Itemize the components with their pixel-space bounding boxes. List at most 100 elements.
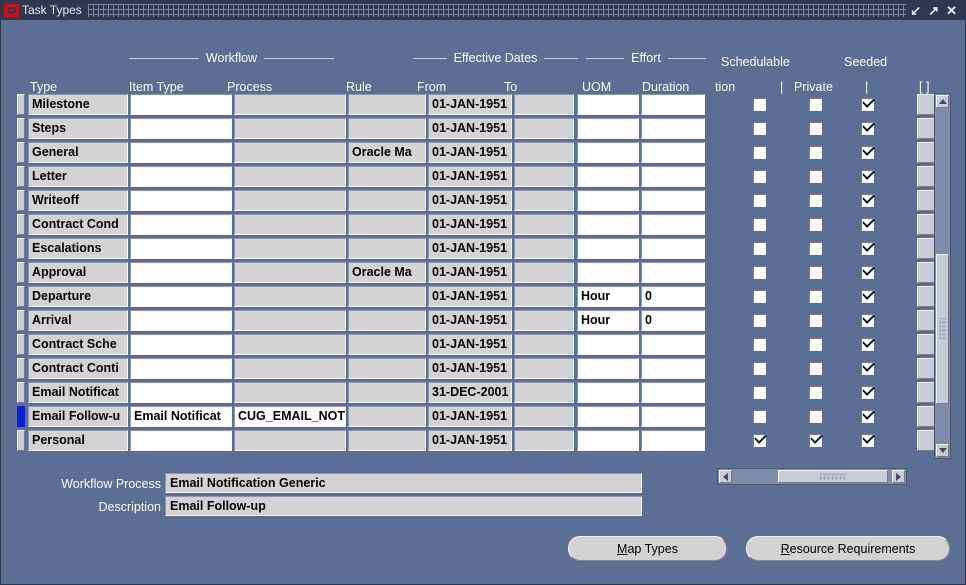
checkbox-seeded[interactable] [861,290,874,303]
cell-process[interactable] [234,190,346,211]
cell-rule[interactable] [348,94,426,115]
cell-process[interactable] [234,142,346,163]
cell-from[interactable]: 31-DEC-2001 [428,382,512,403]
cell-rule[interactable] [348,310,426,331]
cell-uom[interactable] [577,94,639,115]
vertical-scrollbar-thumb[interactable] [936,254,949,404]
cell-from[interactable]: 01-JAN-1951 [428,286,512,307]
cell-to[interactable] [514,190,574,211]
cell-duration[interactable] [641,94,705,115]
cell-rule[interactable] [348,406,426,427]
checkbox-seeded[interactable] [861,386,874,399]
checkbox-seeded[interactable] [861,218,874,231]
cell-duration[interactable] [641,334,705,355]
cell-type[interactable]: Contract Conti [28,358,128,379]
cell-duration[interactable] [641,358,705,379]
record-indicator[interactable] [17,118,25,139]
record-indicator[interactable] [17,310,25,331]
cell-process[interactable] [234,238,346,259]
cell-to[interactable] [514,382,574,403]
checkbox-schedulable[interactable] [753,98,766,111]
cell-rule[interactable] [348,358,426,379]
table-row[interactable]: Milestone 01-JAN-1951 [17,93,951,117]
checkbox-schedulable[interactable] [753,122,766,135]
checkbox-schedulable[interactable] [753,410,766,423]
cell-item-type[interactable] [130,190,232,211]
cell-from[interactable]: 01-JAN-1951 [428,166,512,187]
cell-to[interactable] [514,310,574,331]
cell-duration[interactable] [641,406,705,427]
cell-rule[interactable] [348,382,426,403]
scroll-right-button[interactable] [892,470,905,483]
cell-process[interactable] [234,214,346,235]
cell-to[interactable] [514,94,574,115]
cell-rule[interactable] [348,166,426,187]
checkbox-seeded[interactable] [861,434,874,447]
checkbox-private[interactable] [809,170,822,183]
cell-duration[interactable] [641,238,705,259]
table-row[interactable]: General Oracle Ma 01-JAN-1951 [17,141,951,165]
horizontal-scrollbar-thumb[interactable] [778,470,888,483]
cell-from[interactable]: 01-JAN-1951 [428,358,512,379]
cell-process[interactable] [234,94,346,115]
maximize-button[interactable]: ↗ [928,4,939,17]
description-field[interactable]: Email Follow-up [165,496,642,516]
cell-from[interactable]: 01-JAN-1951 [428,406,512,427]
table-row[interactable]: Contract Sche 01-JAN-1951 [17,333,951,357]
cell-process[interactable] [234,430,346,451]
cell-uom[interactable] [577,382,639,403]
cell-item-type[interactable] [130,142,232,163]
table-row[interactable]: Letter 01-JAN-1951 [17,165,951,189]
cell-type[interactable]: Steps [28,118,128,139]
cell-duration[interactable] [641,118,705,139]
cell-rule[interactable] [348,334,426,355]
cell-rule[interactable] [348,118,426,139]
cell-to[interactable] [514,214,574,235]
cell-process[interactable] [234,334,346,355]
record-indicator[interactable] [17,430,25,451]
table-row[interactable]: Writeoff 01-JAN-1951 [17,189,951,213]
cell-uom[interactable] [577,358,639,379]
checkbox-schedulable[interactable] [753,338,766,351]
cell-process[interactable] [234,166,346,187]
cell-duration[interactable] [641,430,705,451]
cell-type[interactable]: Personal [28,430,128,451]
cell-process[interactable] [234,118,346,139]
checkbox-schedulable[interactable] [753,146,766,159]
checkbox-schedulable[interactable] [753,194,766,207]
resource-requirements-button[interactable]: Resource Requirements [746,536,950,561]
checkbox-schedulable[interactable] [753,218,766,231]
cell-to[interactable] [514,262,574,283]
cell-from[interactable]: 01-JAN-1951 [428,334,512,355]
record-indicator[interactable] [17,334,25,355]
cell-duration[interactable] [641,262,705,283]
cell-process[interactable] [234,262,346,283]
cell-type[interactable]: Email Notificat [28,382,128,403]
cell-process[interactable]: CUG_EMAIL_NOTI [234,406,346,427]
cell-type[interactable]: Email Follow-u [28,406,128,427]
checkbox-private[interactable] [809,218,822,231]
table-row[interactable]: Contract Conti 01-JAN-1951 [17,357,951,381]
cell-item-type[interactable] [130,262,232,283]
cell-uom[interactable] [577,142,639,163]
cell-from[interactable]: 01-JAN-1951 [428,238,512,259]
checkbox-schedulable[interactable] [753,314,766,327]
record-indicator[interactable] [17,166,25,187]
checkbox-private[interactable] [809,242,822,255]
cell-item-type[interactable] [130,166,232,187]
checkbox-private[interactable] [809,122,822,135]
checkbox-private[interactable] [809,434,822,447]
cell-item-type[interactable] [130,334,232,355]
cell-process[interactable] [234,358,346,379]
cell-item-type[interactable] [130,310,232,331]
cell-to[interactable] [514,118,574,139]
cell-to[interactable] [514,286,574,307]
record-indicator[interactable] [17,382,25,403]
cell-item-type[interactable] [130,286,232,307]
table-row[interactable]: Steps 01-JAN-1951 [17,117,951,141]
cell-process[interactable] [234,286,346,307]
cell-duration[interactable] [641,190,705,211]
cell-uom[interactable]: Hour [577,310,639,331]
cell-rule[interactable] [348,430,426,451]
cell-uom[interactable] [577,430,639,451]
